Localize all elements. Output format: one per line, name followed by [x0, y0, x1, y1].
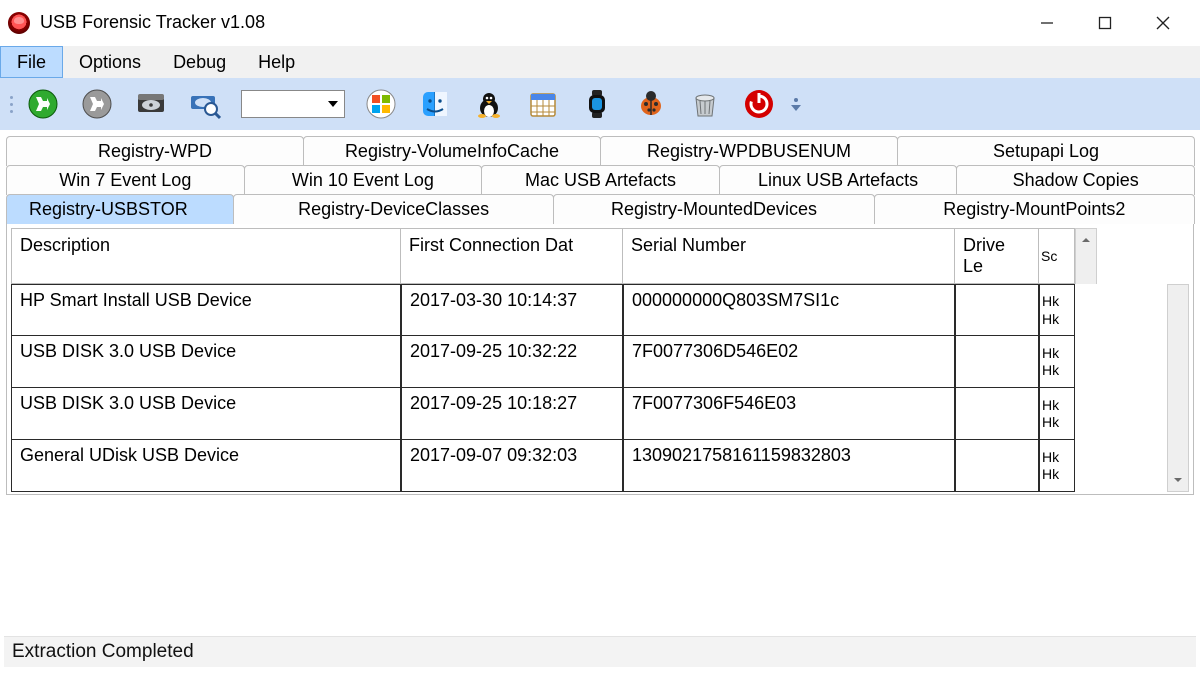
tab-registry-deviceclasses[interactable]: Registry-DeviceClasses	[233, 194, 554, 224]
trash-icon[interactable]	[687, 86, 723, 122]
status-bar: Extraction Completed	[4, 636, 1196, 667]
cell-description: USB DISK 3.0 USB Device	[11, 336, 401, 388]
cell-source: HkHk	[1039, 440, 1075, 492]
col-first-connection[interactable]: First Connection Dat	[401, 228, 623, 284]
col-serial-number[interactable]: Serial Number	[623, 228, 955, 284]
app-icon	[8, 12, 30, 34]
run-grey-icon[interactable]	[79, 86, 115, 122]
scroll-up-icon[interactable]	[1076, 229, 1096, 251]
toolbar-overflow[interactable]	[791, 98, 801, 111]
titlebar: USB Forensic Tracker v1.08	[0, 0, 1200, 46]
vertical-scrollbar[interactable]	[1167, 284, 1189, 492]
col-drive-letter[interactable]: Drive Le	[955, 228, 1039, 284]
table-row[interactable]: General UDisk USB Device 2017-09-07 09:3…	[11, 440, 1167, 492]
tab-registry-volumeinfocache[interactable]: Registry-VolumeInfoCache	[303, 136, 601, 166]
watch-icon[interactable]	[579, 86, 615, 122]
cell-serial: 000000000Q803SM7SI1c	[623, 284, 955, 336]
table-row[interactable]: USB DISK 3.0 USB Device 2017-09-25 10:32…	[11, 336, 1167, 388]
run-green-icon[interactable]	[25, 86, 61, 122]
cell-serial: 1309021758161159832803	[623, 440, 955, 492]
scroll-down-icon[interactable]	[1168, 469, 1188, 491]
cell-date: 2017-09-07 09:32:03	[401, 440, 623, 492]
cell-drive	[955, 388, 1039, 440]
cell-description: General UDisk USB Device	[11, 440, 401, 492]
window-title: USB Forensic Tracker v1.08	[40, 12, 265, 33]
toolbar-grip[interactable]	[10, 96, 13, 113]
tab-setupapi-log[interactable]: Setupapi Log	[897, 136, 1195, 166]
table-row[interactable]: USB DISK 3.0 USB Device 2017-09-25 10:18…	[11, 388, 1167, 440]
mac-finder-icon[interactable]	[417, 86, 453, 122]
tab-mac-usb-artefacts[interactable]: Mac USB Artefacts	[481, 165, 720, 195]
cell-description: HP Smart Install USB Device	[11, 284, 401, 336]
tab-win10-event-log[interactable]: Win 10 Event Log	[244, 165, 483, 195]
toolbar	[0, 78, 1200, 130]
tab-registry-wpd[interactable]: Registry-WPD	[6, 136, 304, 166]
cell-source: HkHk	[1039, 284, 1075, 336]
cell-description: USB DISK 3.0 USB Device	[11, 388, 401, 440]
cell-source: HkHk	[1039, 388, 1075, 440]
minimize-button[interactable]	[1018, 0, 1076, 46]
table-header: Description First Connection Dat Serial …	[11, 228, 1189, 284]
col-source[interactable]: Sc	[1039, 228, 1075, 284]
tab-shadow-copies[interactable]: Shadow Copies	[956, 165, 1195, 195]
cell-drive	[955, 336, 1039, 388]
windows-logo-icon[interactable]	[363, 86, 399, 122]
cell-source: HkHk	[1039, 336, 1075, 388]
col-description[interactable]: Description	[11, 228, 401, 284]
tab-registry-usbstor[interactable]: Registry-USBSTOR	[6, 194, 234, 224]
disk-magnify-icon[interactable]	[187, 86, 223, 122]
menu-help[interactable]: Help	[242, 46, 311, 78]
cell-date: 2017-09-25 10:32:22	[401, 336, 623, 388]
menu-options[interactable]: Options	[63, 46, 157, 78]
tab-registry-wpdbusenum[interactable]: Registry-WPDBUSENUM	[600, 136, 898, 166]
menu-file[interactable]: File	[0, 46, 63, 78]
cell-serial: 7F0077306D546E02	[623, 336, 955, 388]
tab-registry-mountpoints2[interactable]: Registry-MountPoints2	[874, 194, 1195, 224]
toolbar-combo[interactable]	[241, 90, 345, 118]
calendar-icon[interactable]	[525, 86, 561, 122]
cell-date: 2017-03-30 10:14:37	[401, 284, 623, 336]
cell-date: 2017-09-25 10:18:27	[401, 388, 623, 440]
tabs: Registry-WPD Registry-VolumeInfoCache Re…	[0, 130, 1200, 495]
tab-win7-event-log[interactable]: Win 7 Event Log	[6, 165, 245, 195]
menu-debug[interactable]: Debug	[157, 46, 242, 78]
chevron-down-icon	[328, 101, 338, 107]
linux-tux-icon[interactable]	[471, 86, 507, 122]
power-icon[interactable]	[741, 86, 777, 122]
close-button[interactable]	[1134, 0, 1192, 46]
cell-serial: 7F0077306F546E03	[623, 388, 955, 440]
data-table: Description First Connection Dat Serial …	[11, 228, 1189, 492]
bug-icon[interactable]	[633, 86, 669, 122]
cell-drive	[955, 284, 1039, 336]
tab-linux-usb-artefacts[interactable]: Linux USB Artefacts	[719, 165, 958, 195]
menubar: File Options Debug Help	[0, 46, 1200, 78]
maximize-button[interactable]	[1076, 0, 1134, 46]
vertical-scrollbar[interactable]	[1075, 228, 1097, 284]
cell-drive	[955, 440, 1039, 492]
disk-icon[interactable]	[133, 86, 169, 122]
table-row[interactable]: HP Smart Install USB Device 2017-03-30 1…	[11, 284, 1167, 336]
tab-registry-mounteddevices[interactable]: Registry-MountedDevices	[553, 194, 874, 224]
